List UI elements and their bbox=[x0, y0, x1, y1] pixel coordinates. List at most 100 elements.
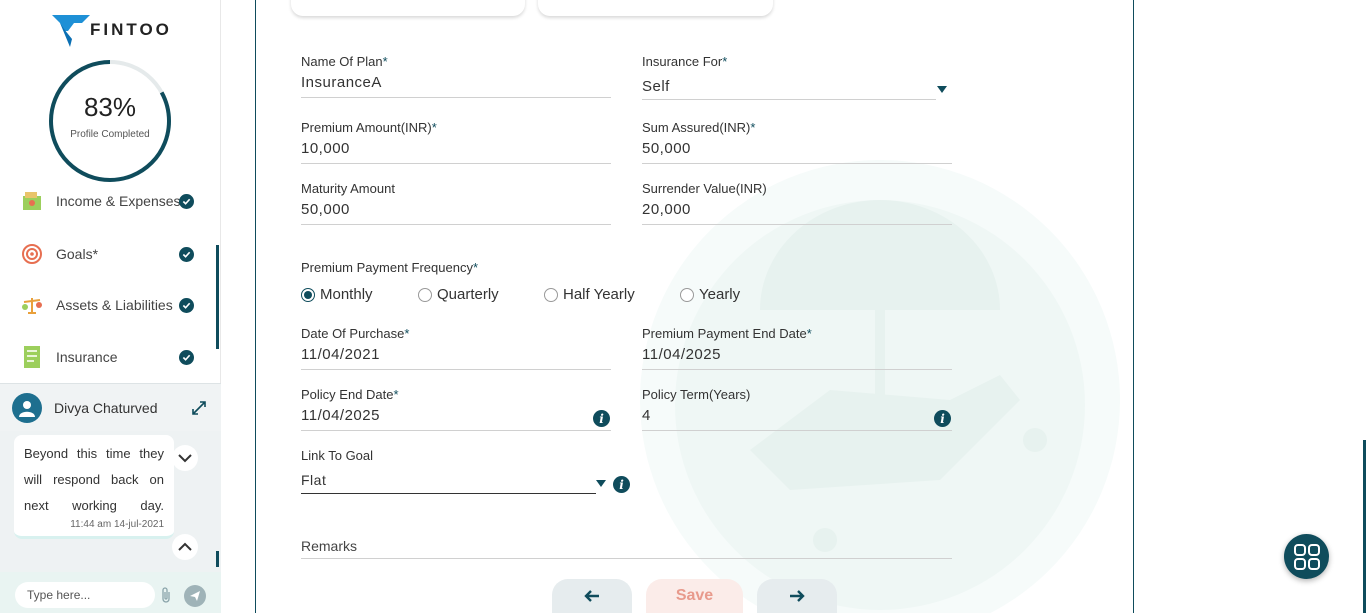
info-icon[interactable]: i bbox=[613, 476, 630, 493]
maturity-amount-field[interactable]: Maturity Amount 50,000 bbox=[301, 181, 611, 225]
chat-message-time: 11:44 am 14-jul-2021 bbox=[70, 519, 164, 530]
info-icon[interactable]: i bbox=[934, 410, 951, 427]
premium-end-date-value[interactable]: 11/04/2025 bbox=[642, 346, 721, 363]
field-underline bbox=[642, 163, 952, 164]
brand-name: FINTOO bbox=[90, 20, 172, 39]
radio-icon bbox=[680, 287, 694, 302]
profile-percent: 83% bbox=[83, 92, 137, 122]
attachment-icon[interactable] bbox=[160, 587, 172, 608]
surrender-value-field[interactable]: Surrender Value(INR) 20,000 bbox=[642, 181, 952, 225]
field-underline bbox=[642, 369, 952, 370]
field-label: Premium Payment End Date bbox=[642, 326, 807, 341]
form-tab[interactable] bbox=[538, 0, 773, 16]
policy-end-date-field[interactable]: Policy End Date* 11/04/2025 i bbox=[301, 387, 611, 431]
field-label: Sum Assured(INR) bbox=[642, 120, 751, 135]
target-icon bbox=[20, 242, 44, 266]
sidebar-item-income-expenses[interactable]: Income & Expenses bbox=[20, 186, 200, 216]
required-mark: * bbox=[404, 326, 410, 341]
menu-fab-button[interactable] bbox=[1284, 534, 1329, 579]
scroll-up-button[interactable] bbox=[172, 534, 198, 560]
sidebar-item-label: Insurance bbox=[56, 349, 118, 365]
sum-assured-value[interactable]: 50,000 bbox=[642, 140, 691, 157]
sidebar-item-goals[interactable]: Goals* bbox=[20, 239, 200, 269]
logo-icon bbox=[52, 15, 90, 47]
field-label: Link To Goal bbox=[301, 448, 374, 463]
required-mark: * bbox=[382, 54, 388, 69]
date-of-purchase-field[interactable]: Date Of Purchase* 11/04/2021 bbox=[301, 326, 611, 370]
policy-term-field[interactable]: Policy Term(Years) 4 i bbox=[642, 387, 952, 431]
chat-body: Beyond this time they will respond back … bbox=[0, 431, 221, 581]
save-button[interactable]: Save bbox=[646, 579, 743, 613]
field-underline bbox=[301, 430, 611, 431]
field-underline bbox=[301, 493, 596, 494]
required-mark: * bbox=[806, 326, 812, 341]
arrow-left-icon bbox=[584, 590, 599, 602]
grid-icon bbox=[1293, 543, 1320, 570]
send-icon bbox=[190, 591, 200, 601]
sidebar-scrollbar[interactable] bbox=[216, 245, 219, 349]
insurance-for-select[interactable]: Insurance For* Self bbox=[642, 54, 952, 100]
required-mark: * bbox=[393, 387, 399, 402]
chat-input[interactable] bbox=[15, 582, 155, 608]
dropdown-caret-icon[interactable] bbox=[596, 480, 606, 487]
sidebar-item-insurance[interactable]: Insurance bbox=[20, 342, 200, 372]
arrow-right-icon bbox=[790, 590, 805, 602]
sidebar-item-label: Income & Expenses bbox=[56, 193, 181, 209]
field-underline bbox=[301, 97, 611, 98]
chat-message-text: Beyond this time they will respond back … bbox=[24, 446, 164, 513]
premium-end-date-field[interactable]: Premium Payment End Date* 11/04/2025 bbox=[642, 326, 952, 370]
radio-label: Half Yearly bbox=[563, 286, 635, 303]
sidebar: FINTOO 83% Profile Completed Income & Ex… bbox=[0, 0, 221, 613]
policy-term-value[interactable]: 4 bbox=[642, 407, 651, 424]
radio-monthly[interactable]: Monthly bbox=[301, 286, 373, 303]
field-underline bbox=[301, 224, 611, 225]
policy-end-date-value[interactable]: 11/04/2025 bbox=[301, 407, 380, 424]
send-button[interactable] bbox=[184, 585, 206, 607]
chat-header[interactable]: Divya Chaturved bbox=[0, 383, 221, 431]
field-underline bbox=[642, 224, 952, 225]
form-tab[interactable] bbox=[291, 0, 525, 16]
info-icon[interactable]: i bbox=[593, 410, 610, 427]
maturity-amount-value[interactable]: 50,000 bbox=[301, 201, 350, 218]
field-label: Policy End Date bbox=[301, 387, 394, 402]
field-label: Premium Payment Frequency bbox=[301, 260, 473, 275]
field-label: Date Of Purchase bbox=[301, 326, 405, 341]
profile-label: Profile Completed bbox=[70, 129, 150, 140]
dropdown-caret-icon[interactable] bbox=[937, 86, 947, 93]
link-to-goal-value[interactable]: Flat bbox=[301, 472, 326, 488]
radio-quarterly[interactable]: Quarterly bbox=[418, 286, 499, 303]
date-of-purchase-value[interactable]: 11/04/2021 bbox=[301, 346, 380, 363]
sum-assured-field[interactable]: Sum Assured(INR)* 50,000 bbox=[642, 120, 952, 164]
remarks-placeholder[interactable]: Remarks bbox=[301, 538, 952, 554]
surrender-value-value[interactable]: 20,000 bbox=[642, 201, 691, 218]
radio-yearly[interactable]: Yearly bbox=[680, 286, 740, 303]
radio-half-yearly[interactable]: Half Yearly bbox=[544, 286, 635, 303]
chat-agent-name: Divya Chaturved bbox=[54, 399, 158, 416]
expand-icon[interactable] bbox=[191, 400, 207, 421]
premium-amount-field[interactable]: Premium Amount(INR)* 10,000 bbox=[301, 120, 611, 164]
field-label: Policy Term(Years) bbox=[642, 387, 751, 402]
field-label: Insurance For bbox=[642, 54, 723, 69]
previous-button[interactable] bbox=[552, 579, 632, 613]
next-button[interactable] bbox=[757, 579, 837, 613]
check-icon bbox=[179, 297, 194, 313]
name-of-plan-field[interactable]: Name Of Plan* InsuranceA bbox=[301, 54, 611, 98]
premium-amount-value[interactable]: 10,000 bbox=[301, 140, 350, 157]
field-label: Name Of Plan bbox=[301, 54, 383, 69]
sidebar-item-assets-liabilities[interactable]: Assets & Liabilities bbox=[20, 290, 200, 320]
check-icon bbox=[179, 193, 194, 209]
user-icon bbox=[19, 400, 35, 417]
remarks-field[interactable]: Remarks bbox=[301, 538, 952, 559]
link-to-goal-select[interactable]: Link To Goal Flat i bbox=[301, 448, 630, 494]
name-of-plan-value[interactable]: InsuranceA bbox=[301, 74, 382, 91]
fintoo-logo[interactable]: FINTOO bbox=[52, 15, 172, 47]
insurance-for-value[interactable]: Self bbox=[642, 78, 670, 95]
wallet-icon bbox=[20, 189, 44, 213]
sidebar-item-label: Assets & Liabilities bbox=[56, 297, 173, 313]
radio-label: Yearly bbox=[699, 286, 741, 303]
chevron-down-icon bbox=[178, 454, 192, 463]
chat-scrollbar[interactable] bbox=[216, 551, 219, 567]
scale-icon bbox=[20, 293, 44, 317]
scroll-down-button[interactable] bbox=[172, 445, 198, 471]
field-label: Surrender Value(INR) bbox=[642, 181, 767, 196]
